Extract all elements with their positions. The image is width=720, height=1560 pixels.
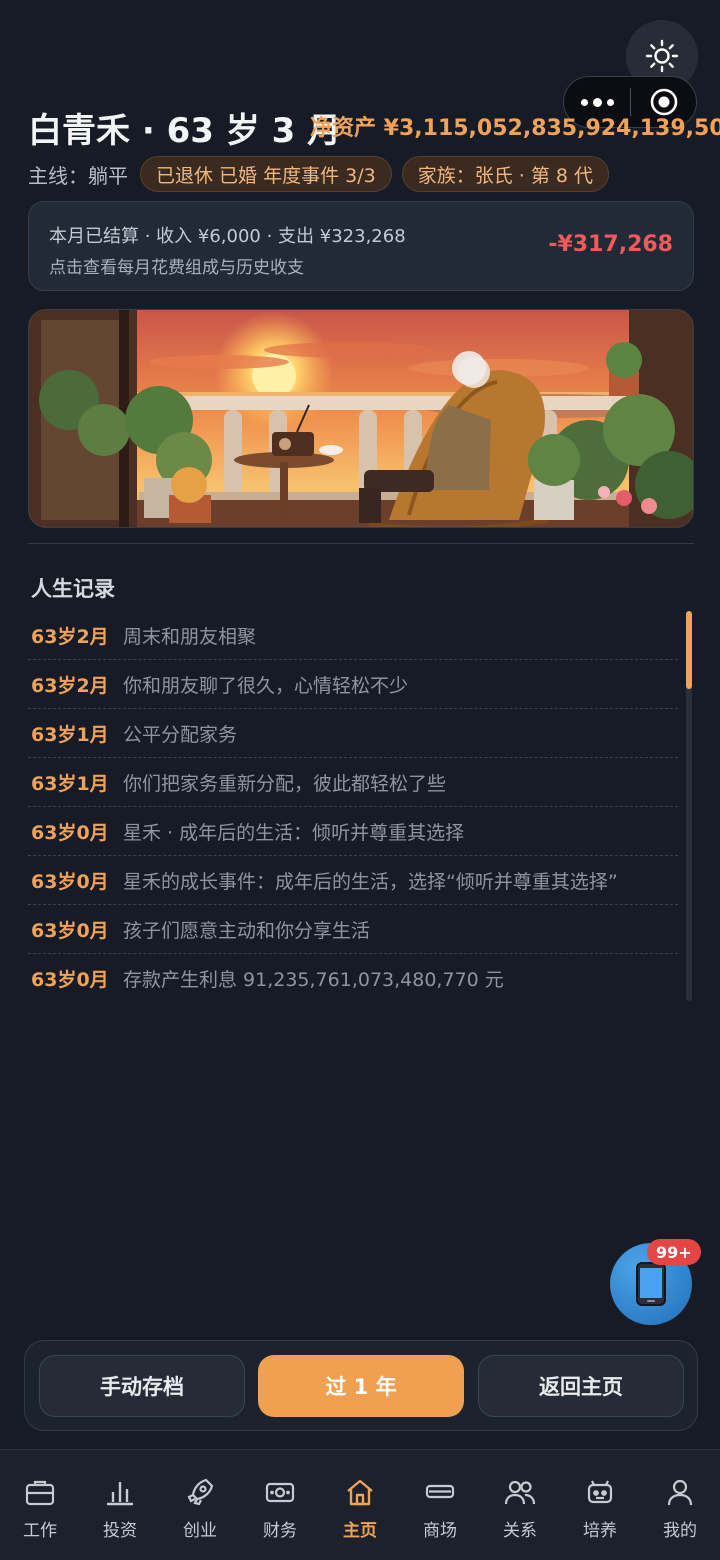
briefcase-icon xyxy=(25,1480,55,1506)
record-text: 你们把家务重新分配，彼此都轻松了些 xyxy=(123,772,447,795)
list-item: 63岁1月 你们把家务重新分配，彼此都轻松了些 xyxy=(28,758,678,807)
tab-relations[interactable]: 关系 xyxy=(480,1450,560,1560)
list-item: 63岁0月 星禾 · 成年后的生活：倾听并尊重其选择 xyxy=(28,807,678,856)
tab-invest[interactable]: 投资 xyxy=(80,1450,160,1560)
settlement-hint: 点击查看每月花费组成与历史收支 xyxy=(49,258,304,278)
life-records-title: 人生记录 xyxy=(31,577,115,601)
record-text: 存款产生利息 91,235,761,073,480,770 元 xyxy=(123,969,504,991)
record-age: 63岁0月 xyxy=(31,919,109,942)
action-bar: 手动存档 过 1 年 返回主页 xyxy=(24,1340,698,1431)
user-icon xyxy=(667,1479,693,1506)
record-text: 孩子们愿意主动和你分享生活 xyxy=(123,919,371,942)
list-item: 63岁0月 孩子们愿意主动和你分享生活 xyxy=(28,905,678,954)
people-icon xyxy=(504,1480,536,1505)
list-item: 63岁0月 存款产生利息 91,235,761,073,480,770 元 xyxy=(28,954,678,1003)
list-item: 63岁1月 公平分配家务 xyxy=(28,709,678,758)
home-icon xyxy=(347,1479,373,1506)
store-icon xyxy=(425,1484,455,1499)
tab-label: 工作 xyxy=(23,1521,57,1541)
character-title: 白青禾 · 63 岁 3 月 xyxy=(28,111,342,151)
section-divider xyxy=(28,543,694,544)
tab-finance[interactable]: 财务 xyxy=(240,1450,320,1560)
record-age: 63岁0月 xyxy=(31,821,109,844)
record-age: 63岁0月 xyxy=(31,969,109,991)
record-text: 你和朋友聊了很久，心情轻松不少 xyxy=(123,674,409,697)
tab-label: 财务 xyxy=(263,1521,297,1541)
status-chip[interactable]: 已退休 已婚 年度事件 3/3 xyxy=(140,156,392,192)
notification-badge: 99+ xyxy=(647,1239,701,1265)
status-row: 主线：躺平 已退休 已婚 年度事件 3/3 家族：张氏 · 第 8 代 xyxy=(28,156,609,192)
tab-cultivate[interactable]: 培养 xyxy=(560,1450,640,1560)
record-age: 63岁1月 xyxy=(31,723,109,746)
tab-label: 主页 xyxy=(343,1521,377,1541)
tab-label: 投资 xyxy=(103,1521,137,1541)
settlement-summary: 本月已结算 · 收入 ¥6,000 · 支出 ¥323,268 xyxy=(49,226,406,247)
record-text: 公平分配家务 xyxy=(123,723,238,746)
list-item: 63岁0月 星禾的成长事件：成年后的生活，选择“倾听并尊重其选择” xyxy=(28,856,678,905)
return-home-button[interactable]: 返回主页 xyxy=(478,1355,684,1417)
tab-mall[interactable]: 商场 xyxy=(400,1450,480,1560)
robot-icon xyxy=(587,1480,613,1504)
retirement-balcony-illustration xyxy=(28,309,694,528)
rocket-icon xyxy=(187,1478,214,1506)
list-item: 63岁2月 你和朋友聊了很久，心情轻松不少 xyxy=(28,660,678,709)
monthly-settlement-card[interactable]: 本月已结算 · 收入 ¥6,000 · 支出 ¥323,268 点击查看每月花费… xyxy=(28,201,694,291)
record-age: 63岁1月 xyxy=(31,772,109,795)
tab-label: 商场 xyxy=(423,1521,457,1541)
life-records-list[interactable]: 63岁2月 周末和朋友相聚 63岁2月 你和朋友聊了很久，心情轻松不少 63岁1… xyxy=(28,611,678,1003)
manual-save-button[interactable]: 手动存档 xyxy=(39,1355,245,1417)
record-age: 63岁0月 xyxy=(31,870,109,893)
mainline-label: 主线：躺平 xyxy=(28,163,128,188)
advance-year-button[interactable]: 过 1 年 xyxy=(258,1355,464,1417)
mobile-phone-icon xyxy=(636,1262,666,1306)
tab-label: 培养 xyxy=(583,1521,617,1541)
record-age: 63岁2月 xyxy=(31,674,109,697)
record-text: 周末和朋友相聚 xyxy=(123,625,257,648)
cash-icon xyxy=(265,1482,295,1503)
more-dots-icon xyxy=(580,98,588,106)
tab-label: 关系 xyxy=(503,1521,537,1541)
bar-chart-icon xyxy=(107,1482,133,1506)
tab-work[interactable]: 工作 xyxy=(0,1450,80,1560)
list-item: 63岁2月 周末和朋友相聚 xyxy=(28,611,678,660)
sun-icon xyxy=(645,39,679,73)
settlement-net-amount: -¥317,268 xyxy=(548,232,673,257)
record-text: 星禾的成长事件：成年后的生活，选择“倾听并尊重其选择” xyxy=(123,870,618,893)
net-worth: 净资产 ¥3,115,052,835,924,139,500 xyxy=(310,116,720,141)
tab-label: 创业 xyxy=(183,1521,217,1541)
record-age: 63岁2月 xyxy=(31,625,109,648)
tab-profile[interactable]: 我的 xyxy=(640,1450,720,1560)
record-text: 星禾 · 成年后的生活：倾听并尊重其选择 xyxy=(123,821,465,844)
records-scrollbar-thumb[interactable] xyxy=(686,611,692,689)
family-chip[interactable]: 家族：张氏 · 第 8 代 xyxy=(401,156,609,192)
tab-label: 我的 xyxy=(663,1521,697,1541)
tab-startup[interactable]: 创业 xyxy=(160,1450,240,1560)
tab-home[interactable]: 主页 xyxy=(320,1450,400,1560)
bottom-tab-bar: 工作 投资 创业 财务 主页 商场 关系 培养 我的 xyxy=(0,1449,720,1560)
